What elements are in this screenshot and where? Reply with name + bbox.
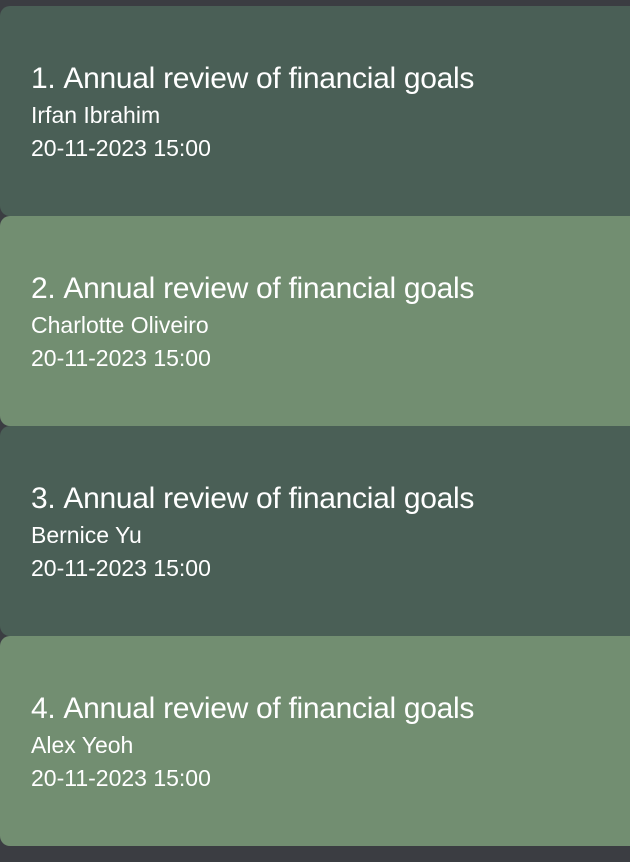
meeting-datetime: 20-11-2023 15:00: [31, 345, 211, 371]
meeting-client-name: Irfan Ibrahim: [31, 102, 161, 128]
meeting-title: Annual review of financial goals: [63, 272, 475, 305]
meeting-card[interactable]: 2. Annual review of financial goals Charl…: [0, 216, 630, 426]
meeting-client-name: Bernice Yu: [31, 522, 142, 548]
meeting-index: 2.: [31, 272, 56, 305]
meeting-title-line: 4. Annual review of financial goals: [31, 691, 474, 727]
meeting-index: 4.: [31, 692, 56, 725]
meeting-client-name: Charlotte Oliveiro: [31, 312, 209, 338]
meeting-card[interactable]: 3. Annual review of financial goals Berni…: [0, 426, 630, 636]
meeting-card[interactable]: 1. Annual review of financial goals Irfan…: [0, 6, 630, 216]
meeting-datetime: 20-11-2023 15:00: [31, 555, 211, 581]
meeting-datetime: 20-11-2023 15:00: [31, 135, 211, 161]
meeting-title: Annual review of financial goals: [63, 62, 475, 95]
meeting-index: 1.: [31, 62, 56, 95]
meeting-title: Annual review of financial goals: [63, 692, 475, 725]
meeting-datetime: 20-11-2023 15:00: [31, 765, 211, 791]
meeting-title-line: 1. Annual review of financial goals: [31, 61, 474, 97]
meeting-title: Annual review of financial goals: [63, 482, 475, 515]
meeting-client-name: Alex Yeoh: [31, 732, 134, 758]
meeting-title-line: 2. Annual review of financial goals: [31, 271, 474, 307]
meeting-index: 3.: [31, 482, 56, 515]
meeting-card[interactable]: 4. Annual review of financial goals Alex …: [0, 636, 630, 846]
meeting-title-line: 3. Annual review of financial goals: [31, 481, 474, 517]
meeting-list: 1. Annual review of financial goals Irfan…: [0, 0, 630, 862]
